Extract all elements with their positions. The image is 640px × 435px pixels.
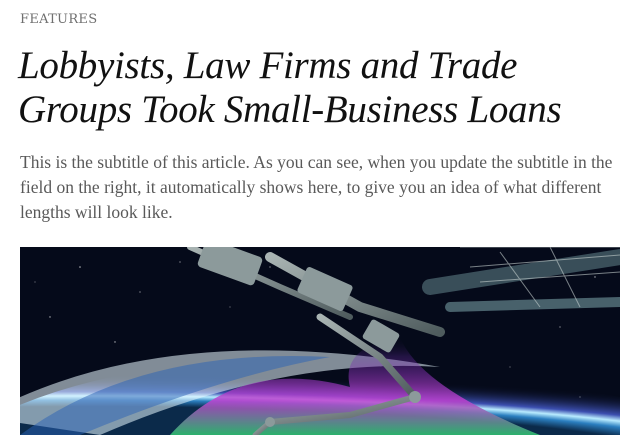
article-headline: Lobbyists, Law Firms and Trade Groups To…	[18, 44, 562, 131]
section-label[interactable]: FEATURES	[20, 12, 97, 27]
hero-image-graphic	[20, 247, 620, 435]
article: FEATURES Lobbyists, Law Firms and Trade …	[0, 0, 640, 435]
hero-image[interactable]	[20, 247, 620, 435]
article-subtitle: This is the subtitle of this article. As…	[20, 152, 613, 222]
